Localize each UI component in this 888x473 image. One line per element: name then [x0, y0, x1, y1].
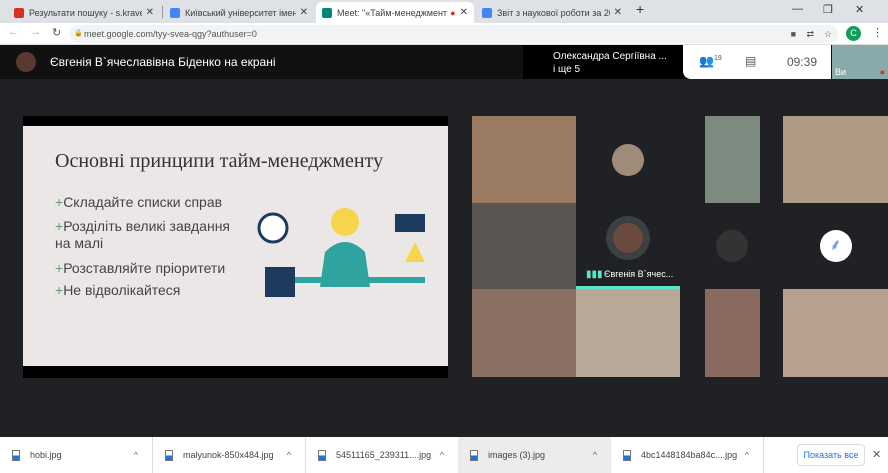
- forward-icon[interactable]: →: [30, 26, 41, 38]
- profile-avatar[interactable]: C: [846, 26, 861, 41]
- chevron-up-icon[interactable]: ^: [287, 450, 291, 460]
- tab-gmail[interactable]: Результати пошуку - s.kravets@ ✕: [8, 2, 160, 23]
- url-text: meet.google.com/tyy-svea-qgy?authuser=0: [84, 29, 257, 39]
- maximize-button[interactable]: ❐: [823, 3, 833, 16]
- participant-tile[interactable]: [576, 116, 680, 203]
- chevron-up-icon[interactable]: ^: [593, 450, 597, 460]
- minimize-button[interactable]: —: [792, 3, 803, 15]
- download-item[interactable]: images (3).jpg ^: [458, 437, 611, 473]
- close-icon[interactable]: ✕: [460, 7, 468, 18]
- audio-level-icon: ▮▮▮: [586, 269, 603, 280]
- close-icon[interactable]: ✕: [146, 7, 154, 18]
- participant-avatar: [613, 222, 643, 253]
- presenter-label: Євгенія В`ячеславівна Біденко на екрані: [50, 55, 276, 69]
- docs-icon: [482, 7, 492, 18]
- mic-off-icon: ●: [879, 67, 885, 77]
- chevron-up-icon[interactable]: ^: [134, 450, 138, 460]
- tab-label: Результати пошуку - s.kravets@: [29, 7, 142, 18]
- participant-tile[interactable]: ⸙: [783, 203, 888, 289]
- speaker-avatar-ring: [606, 215, 650, 260]
- speaker-name: Олександра Сергіївна ...: [553, 51, 667, 62]
- chat-icon[interactable]: ▤: [745, 54, 756, 68]
- participant-video[interactable]: [783, 289, 888, 377]
- tab-strip: Результати пошуку - s.kravets@ ✕ Київськи…: [0, 0, 888, 23]
- participant-name: Євгенія В`ячес...: [604, 269, 674, 279]
- participant-avatar: [612, 143, 644, 176]
- meet-icon: [322, 7, 332, 18]
- presentation-slide: Основні принципи тайм-менеджменту +Склад…: [23, 116, 448, 378]
- tab-docs[interactable]: Звіт з наукової роботи за 2020 ✕: [476, 2, 628, 23]
- chevron-up-icon[interactable]: ^: [440, 450, 444, 460]
- tab-university[interactable]: Київський університет імені Бор ✕: [164, 2, 314, 23]
- speaker-panel: Олександра Сергіївна ... і ще 5: [523, 45, 683, 79]
- self-label: Ви: [835, 67, 847, 77]
- tab-label: Київський університет імені Бор: [185, 7, 296, 18]
- menu-icon[interactable]: ⋮: [872, 26, 883, 39]
- meeting-header: Євгенія В`ячеславівна Біденко на екрані …: [0, 45, 888, 79]
- tab-meet[interactable]: Meet: "«Тайм-менеджмент ● ✕: [316, 2, 474, 23]
- chevron-up-icon[interactable]: ^: [745, 450, 749, 460]
- presenter-avatar: [16, 52, 36, 72]
- self-view-tile[interactable]: Ви ●: [832, 45, 888, 79]
- speaker-more: і ще 5: [553, 64, 581, 75]
- lock-icon: 🔒: [74, 30, 83, 37]
- file-icon: [318, 449, 326, 461]
- close-window-button[interactable]: ✕: [855, 3, 864, 16]
- clock-time: 09:39: [787, 55, 818, 69]
- tab-label: Звіт з наукової роботи за 2020: [497, 7, 610, 18]
- participant-video[interactable]: [472, 289, 576, 377]
- participant-video[interactable]: [472, 116, 576, 203]
- file-icon: [623, 449, 631, 461]
- participant-video[interactable]: [705, 289, 760, 377]
- close-downloads-icon[interactable]: ✕: [872, 448, 881, 461]
- close-icon[interactable]: ✕: [614, 7, 622, 18]
- back-icon[interactable]: ←: [8, 26, 19, 38]
- recording-icon: ●: [450, 7, 456, 18]
- time-management-illustration: [257, 208, 425, 297]
- url-input[interactable]: 🔒 meet.google.com/tyy-svea-qgy?authuser=0…: [70, 25, 838, 43]
- file-icon: [12, 449, 20, 461]
- download-item[interactable]: 4bc1448184ba84c....jpg ^: [611, 437, 764, 473]
- close-icon[interactable]: ✕: [300, 7, 308, 18]
- download-item[interactable]: malyunok-850x484.jpg ^: [153, 437, 306, 473]
- slide-bullet: +Складайте списки справ: [55, 194, 223, 210]
- site-icon: [170, 7, 180, 18]
- address-bar-row: ← → ↻ 🔒 meet.google.com/tyy-svea-qgy?auth…: [0, 23, 888, 45]
- participant-video[interactable]: [576, 289, 680, 377]
- download-item[interactable]: hobi.jpg ^: [0, 437, 153, 473]
- slide-bullet: +Розділіть великі завдання на малі: [55, 218, 231, 251]
- show-all-button[interactable]: Показать все: [797, 444, 865, 466]
- participant-video[interactable]: [783, 116, 888, 203]
- participant-tile[interactable]: [680, 203, 783, 289]
- palm-tree-avatar-icon: ⸙: [819, 230, 852, 262]
- download-item[interactable]: 54511165_239311....jpg ^: [306, 437, 458, 473]
- slide-bullet: +Не відволікайтеся: [55, 282, 181, 298]
- slide-title: Основні принципи тайм-менеджменту: [55, 150, 384, 172]
- downloads-bar: hobi.jpg ^ malyunok-850x484.jpg ^ 54511165…: [0, 437, 888, 473]
- participant-video[interactable]: [472, 203, 576, 289]
- new-tab-button[interactable]: +: [636, 1, 644, 17]
- people-icon[interactable]: 👥19: [699, 54, 722, 68]
- participant-avatar: [715, 230, 748, 262]
- reload-icon[interactable]: ↻: [52, 26, 61, 39]
- meeting-controls: 👥19 ▤ 09:39: [683, 45, 831, 79]
- tab-label: Meet: "«Тайм-менеджмент: [337, 7, 448, 18]
- participant-video[interactable]: [705, 116, 760, 203]
- translate-icon[interactable]: ⇄: [806, 25, 814, 43]
- file-icon: [470, 449, 478, 461]
- gmail-icon: [14, 7, 24, 18]
- bookmark-star-icon[interactable]: ☆: [824, 25, 832, 43]
- active-speaker-tile[interactable]: ▮▮▮ Євгенія В`ячес...: [576, 203, 680, 289]
- camera-icon[interactable]: ■: [791, 25, 796, 43]
- slide-bullet: +Розставляйте пріоритети: [55, 260, 226, 276]
- file-icon: [165, 449, 173, 461]
